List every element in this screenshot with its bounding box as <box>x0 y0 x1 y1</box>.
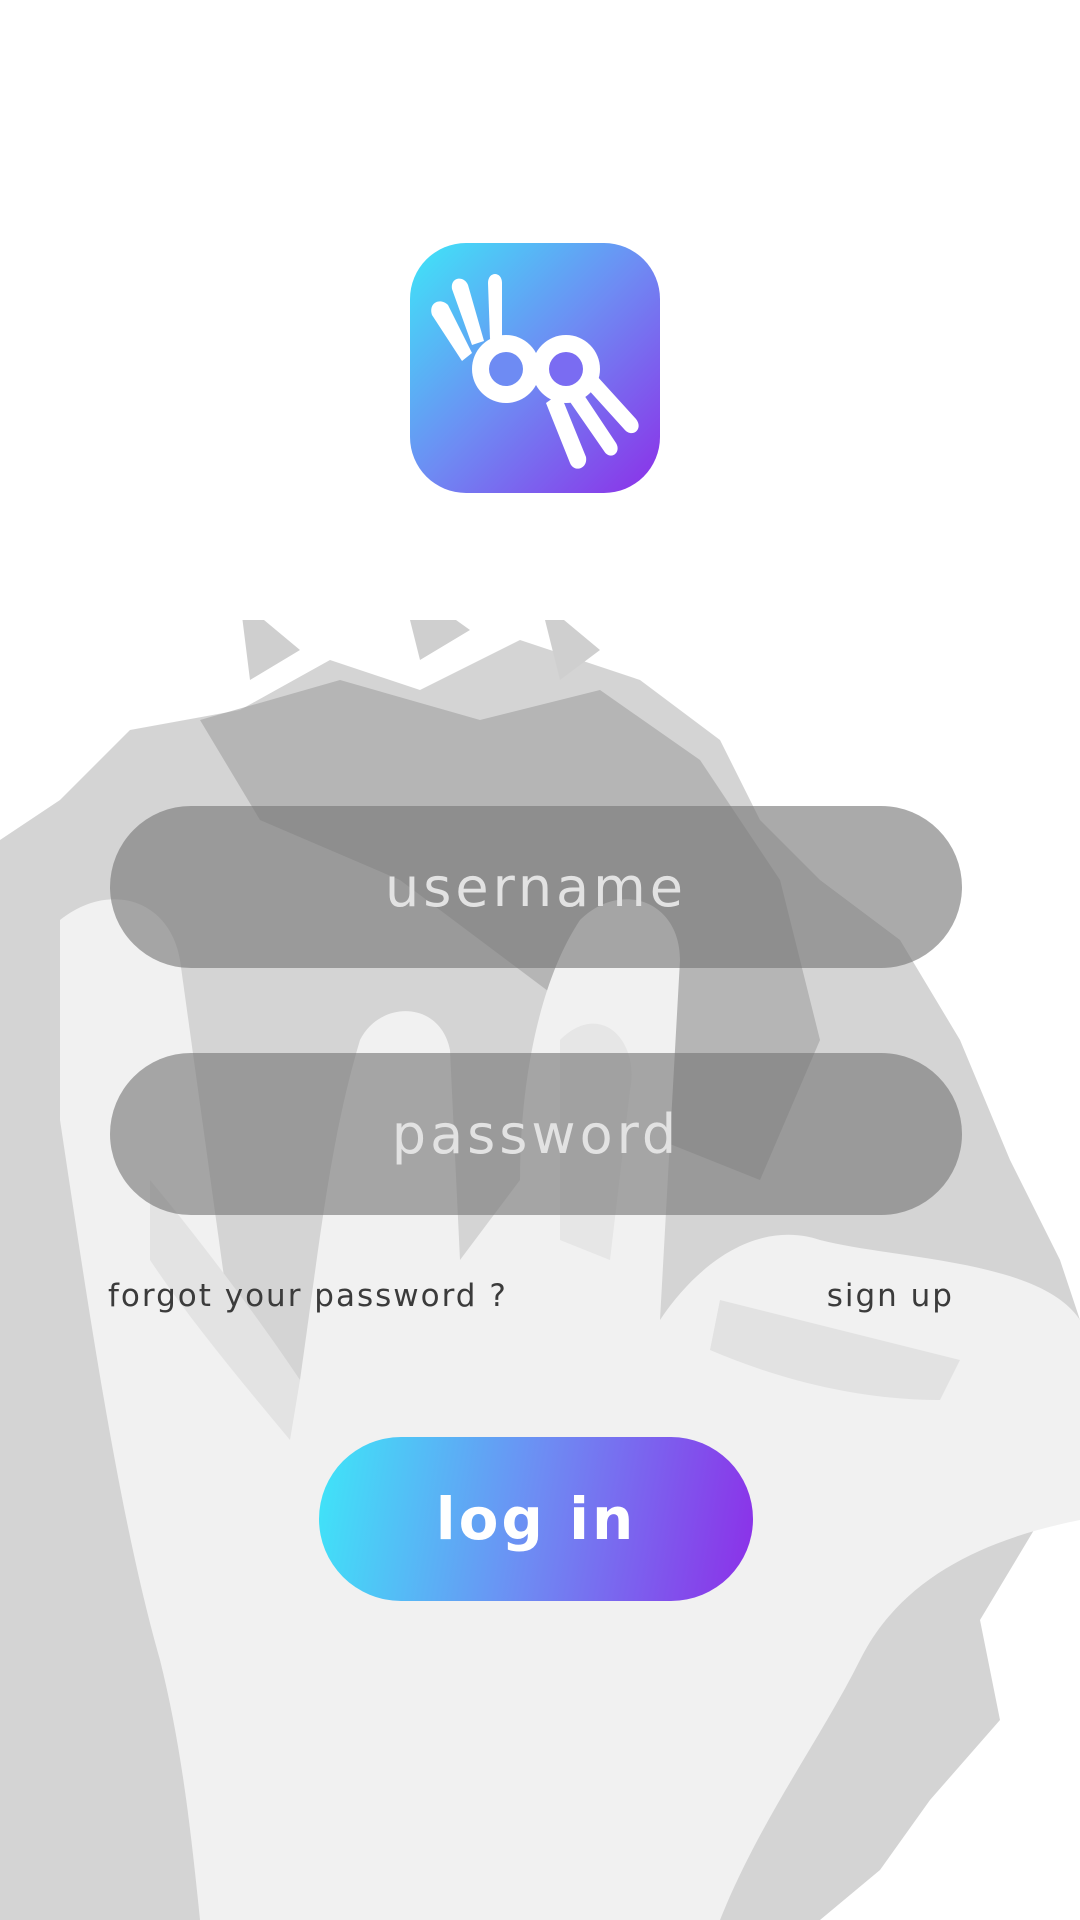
username-input[interactable] <box>150 854 922 920</box>
login-screen: forgot your password ? sign up log in <box>0 0 1080 1920</box>
sign-up-link[interactable]: sign up <box>827 1278 954 1314</box>
password-input[interactable] <box>150 1101 922 1167</box>
password-field-container <box>110 1053 962 1215</box>
app-logo <box>410 243 660 493</box>
login-button[interactable]: log in <box>319 1437 753 1601</box>
username-field-container <box>110 806 962 968</box>
forgot-password-link[interactable]: forgot your password ? <box>108 1278 508 1314</box>
